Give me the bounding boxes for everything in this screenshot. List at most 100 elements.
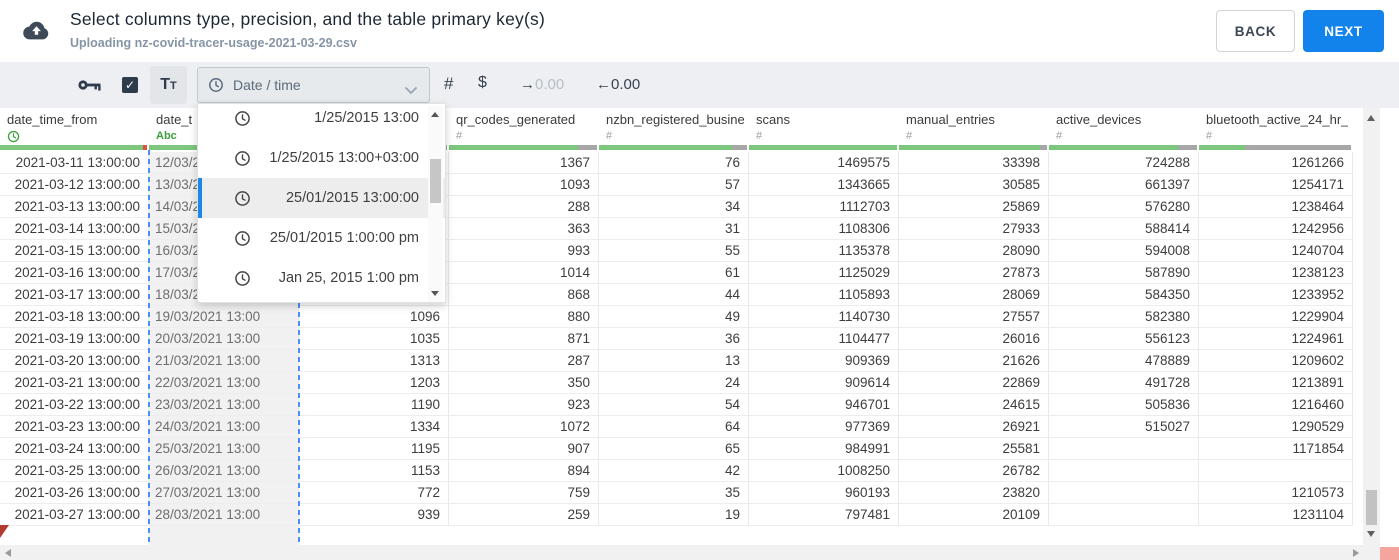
date-format-option[interactable]: Jan 25, 2015 1:00 pm [198,258,445,298]
cell[interactable]: 923 [449,394,599,415]
scroll-down-arrow[interactable] [1367,531,1375,537]
cell[interactable]: 363 [449,218,599,239]
cell[interactable]: 984991 [749,438,899,459]
cell[interactable]: 13 [599,350,749,371]
cell[interactable]: 2021-03-17 13:00:00 [0,284,149,305]
cell[interactable]: 2021-03-26 13:00:00 [0,482,149,503]
cell[interactable]: 24 [599,372,749,393]
cell[interactable]: 1203 [299,372,449,393]
cell[interactable]: 22869 [899,372,1049,393]
cell[interactable]: 1153 [299,460,449,481]
cell[interactable]: 1233952 [1199,284,1353,305]
cell[interactable]: 26921 [899,416,1049,437]
column-header-scans[interactable]: scans # [749,108,899,152]
date-format-option[interactable]: 25/01/2015 13:00:00 [198,178,445,218]
primary-key-icon[interactable] [78,78,101,97]
cell[interactable]: 584350 [1049,284,1199,305]
cell[interactable]: 797481 [749,504,899,525]
cell[interactable]: 65 [599,438,749,459]
cell[interactable]: 1014 [449,262,599,283]
cell[interactable]: 894 [449,460,599,481]
cell[interactable]: 61 [599,262,749,283]
date-format-option[interactable]: 1/25/2015 13:00+03:00 [198,138,445,178]
cell[interactable]: 34 [599,196,749,217]
cell[interactable]: 2021-03-12 13:00:00 [0,174,149,195]
cell[interactable]: 23/03/2021 13:00 [149,394,299,415]
cell[interactable]: 1112703 [749,196,899,217]
cell[interactable]: 2021-03-21 13:00:00 [0,372,149,393]
cell[interactable]: 1254171 [1199,174,1353,195]
cell[interactable]: 1093 [449,174,599,195]
cell[interactable]: 587890 [1049,262,1199,283]
cell[interactable]: 868 [449,284,599,305]
cell[interactable]: 1242956 [1199,218,1353,239]
column-header-bluetooth_active_24_hr_[interactable]: bluetooth_active_24_hr_ # [1199,108,1353,152]
column-header-qr_codes_generated[interactable]: qr_codes_generated # [449,108,599,152]
cell[interactable]: 1231104 [1199,504,1353,525]
cell[interactable]: 993 [449,240,599,261]
cell[interactable]: 960193 [749,482,899,503]
cell[interactable]: 42 [599,460,749,481]
cell[interactable]: 1190 [299,394,449,415]
cell[interactable]: 2021-03-11 13:00:00 [0,152,149,173]
cell[interactable]: 26/03/2021 13:00 [149,460,299,481]
cell[interactable]: 1105893 [749,284,899,305]
cell[interactable]: 1008250 [749,460,899,481]
column-header-manual_entries[interactable]: manual_entries # [899,108,1049,152]
cell[interactable]: 27557 [899,306,1049,327]
cell[interactable]: 2021-03-19 13:00:00 [0,328,149,349]
cell[interactable]: 1171854 [1199,438,1353,459]
cell[interactable]: 772 [299,482,449,503]
scroll-right-arrow[interactable] [1353,549,1359,557]
cell[interactable]: 977369 [749,416,899,437]
cell[interactable]: 76 [599,152,749,173]
vertical-scrollbar-thumb[interactable] [1366,490,1377,525]
cell[interactable]: 1240704 [1199,240,1353,261]
cell[interactable]: 27/03/2021 13:00 [149,482,299,503]
cell[interactable]: 588414 [1049,218,1199,239]
cell[interactable]: 24615 [899,394,1049,415]
cell[interactable]: 1195 [299,438,449,459]
cell[interactable]: 28/03/2021 13:00 [149,504,299,525]
cell[interactable]: 21626 [899,350,1049,371]
cell[interactable] [1049,460,1199,481]
cell[interactable]: 350 [449,372,599,393]
cell[interactable]: 909614 [749,372,899,393]
cell[interactable] [1049,482,1199,503]
cell[interactable]: 556123 [1049,328,1199,349]
cell[interactable]: 1135378 [749,240,899,261]
cell[interactable]: 35 [599,482,749,503]
cell[interactable]: 2021-03-20 13:00:00 [0,350,149,371]
cell[interactable]: 2021-03-24 13:00:00 [0,438,149,459]
cell[interactable]: 33398 [899,152,1049,173]
cell[interactable]: 30585 [899,174,1049,195]
cell[interactable]: 1313 [299,350,449,371]
cell[interactable]: 44 [599,284,749,305]
cell[interactable]: 2021-03-16 13:00:00 [0,262,149,283]
cell[interactable]: 909369 [749,350,899,371]
cell[interactable]: 515027 [1049,416,1199,437]
cell[interactable]: 594008 [1049,240,1199,261]
cell[interactable]: 1125029 [749,262,899,283]
cell[interactable]: 1072 [449,416,599,437]
cell[interactable]: 2021-03-13 13:00:00 [0,196,149,217]
dropdown-scrollbar-thumb[interactable] [430,159,441,203]
cell[interactable]: 1469575 [749,152,899,173]
number-type-button[interactable]: # [444,74,453,94]
cell[interactable]: 1229904 [1199,306,1353,327]
cell[interactable]: 880 [449,306,599,327]
cell[interactable]: 19/03/2021 13:00 [149,306,299,327]
cell[interactable]: 25869 [899,196,1049,217]
cell[interactable]: 19 [599,504,749,525]
scroll-up-arrow[interactable] [1367,115,1375,121]
currency-type-button[interactable]: $ [478,74,487,92]
cell[interactable]: 907 [449,438,599,459]
cell[interactable]: 24/03/2021 13:00 [149,416,299,437]
cell[interactable]: 27933 [899,218,1049,239]
column-header-date_time_from[interactable]: date_time_from [0,108,149,152]
date-format-option[interactable]: 1/25/2015 13:00 [198,104,445,138]
cell[interactable]: 26782 [899,460,1049,481]
cell[interactable]: 23820 [899,482,1049,503]
cell[interactable]: 1343665 [749,174,899,195]
cell[interactable]: 28069 [899,284,1049,305]
